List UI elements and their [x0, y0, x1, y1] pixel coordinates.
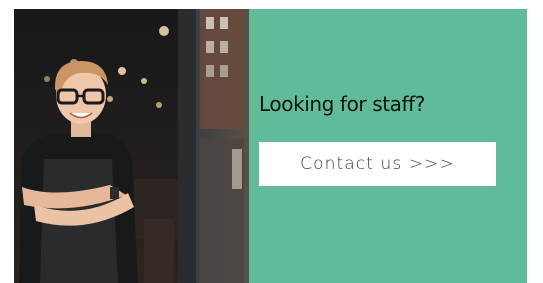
contact-panel: Looking for staff? Contact us >>>: [249, 9, 527, 283]
staff-photo: [14, 9, 249, 283]
recruitment-banner: Looking for staff? Contact us >>>: [14, 9, 527, 283]
contact-us-button[interactable]: Contact us >>>: [259, 142, 496, 186]
headline: Looking for staff?: [259, 92, 426, 116]
